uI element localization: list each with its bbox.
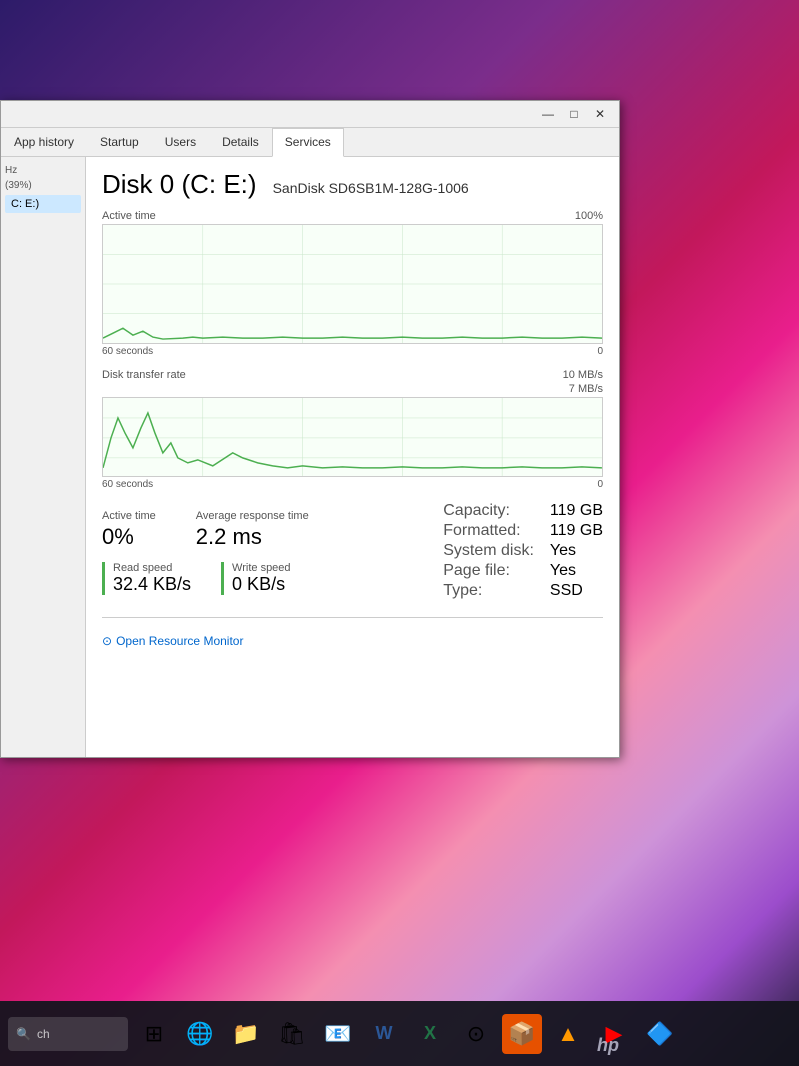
active-time-min: 0 — [597, 346, 603, 357]
write-speed-group: Write speed 0 KB/s — [221, 562, 291, 595]
disk-info-grid: Capacity: 119 GB Formatted: 119 GB Syste… — [443, 502, 603, 600]
taskbar-chrome[interactable]: ⊙ — [456, 1014, 496, 1054]
page-file-label: Page file: — [443, 562, 534, 580]
active-time-label-row: Active time 100% — [102, 210, 603, 222]
read-speed-label: Read speed — [113, 562, 191, 574]
resource-monitor-icon: ⊙ — [102, 634, 112, 648]
write-speed-label: Write speed — [232, 562, 291, 574]
taskbar-edge[interactable]: 🌐 — [180, 1014, 220, 1054]
search-text: ch — [37, 1027, 50, 1041]
system-disk-value: Yes — [550, 542, 603, 560]
read-speed-value: 32.4 KB/s — [113, 574, 191, 595]
transfer-rate-section: Disk transfer rate 10 MB/s 7 MB/s — [102, 369, 603, 490]
avg-response-value: 2.2 ms — [196, 524, 309, 550]
active-time-x-label: 60 seconds — [102, 346, 153, 357]
stats-row: Active time 0% Average response time 2.2… — [102, 510, 309, 550]
taskbar: 🔍 ch ⊞ 🌐 📁 🛍 📧 W X ⊙ 📦 ▲ ▶ 🔷 hp — [0, 1001, 799, 1066]
transfer-rate-second: 7 MB/s — [569, 383, 603, 395]
formatted-label: Formatted: — [443, 522, 534, 540]
read-speed-group: Read speed 32.4 KB/s — [102, 562, 191, 595]
minimize-button[interactable]: — — [537, 105, 559, 123]
disk-model: SanDisk SD6SB1M-128G-1006 — [273, 180, 469, 196]
speed-row: Read speed 32.4 KB/s Write speed 0 KB/s — [102, 562, 309, 595]
content-area: Hz (39%) C: E:) Disk 0 (C: E:) SanDisk S… — [1, 157, 619, 757]
active-time-label: Active time — [102, 210, 156, 222]
disk-header: Disk 0 (C: E:) SanDisk SD6SB1M-128G-1006 — [102, 169, 603, 200]
main-panel: Disk 0 (C: E:) SanDisk SD6SB1M-128G-1006… — [86, 157, 619, 757]
capacity-value: 119 GB — [550, 502, 603, 520]
taskbar-app2[interactable]: ▲ — [548, 1014, 588, 1054]
active-time-svg — [103, 225, 602, 343]
active-time-max: 100% — [575, 210, 603, 222]
taskbar-excel[interactable]: X — [410, 1014, 450, 1054]
taskbar-task-view[interactable]: ⊞ — [134, 1014, 174, 1054]
disk-title: Disk 0 (C: E:) — [102, 169, 257, 200]
active-time-chart — [102, 224, 603, 344]
avg-response-stat: Average response time 2.2 ms — [196, 510, 309, 550]
avg-response-label: Average response time — [196, 510, 309, 522]
taskbar-explorer[interactable]: 📁 — [226, 1014, 266, 1054]
taskbar-word[interactable]: W — [364, 1014, 404, 1054]
sidebar-disk-item[interactable]: C: E:) — [5, 195, 81, 213]
type-label: Type: — [443, 582, 534, 600]
tabs-bar: App history Startup Users Details Servic… — [1, 128, 619, 157]
transfer-rate-min: 0 — [597, 479, 603, 490]
stats-info-area: Active time 0% Average response time 2.2… — [102, 502, 603, 607]
taskbar-app1[interactable]: 📦 — [502, 1014, 542, 1054]
tab-startup[interactable]: Startup — [87, 128, 152, 156]
search-box[interactable]: 🔍 ch — [8, 1017, 128, 1051]
transfer-rate-svg — [103, 398, 602, 477]
taskbar-store[interactable]: 🛍 — [272, 1014, 312, 1054]
resource-monitor-label: Open Resource Monitor — [116, 634, 243, 648]
tab-app-history[interactable]: App history — [1, 128, 87, 156]
hp-logo: hp — [597, 1035, 619, 1056]
title-bar: — □ ✕ — [1, 101, 619, 128]
sidebar-pct-label: (39%) — [5, 180, 81, 191]
sidebar-hz-label: Hz — [5, 165, 81, 176]
open-resource-monitor-link[interactable]: ⊙ Open Resource Monitor — [102, 634, 603, 648]
transfer-rate-label: Disk transfer rate — [102, 369, 186, 381]
active-time-section: Active time 100% — [102, 210, 603, 357]
tab-details[interactable]: Details — [209, 128, 272, 156]
active-time-stat-label: Active time — [102, 510, 156, 522]
active-time-stat: Active time 0% — [102, 510, 156, 550]
taskbar-mail[interactable]: 📧 — [318, 1014, 358, 1054]
task-manager-window: — □ ✕ App history Startup Users Details … — [0, 100, 620, 758]
tab-services[interactable]: Services — [272, 128, 344, 157]
transfer-time-label: 60 seconds — [102, 479, 153, 490]
system-disk-label: System disk: — [443, 542, 534, 560]
capacity-label: Capacity: — [443, 502, 534, 520]
page-file-value: Yes — [550, 562, 603, 580]
search-icon: 🔍 — [16, 1027, 31, 1041]
write-speed-value: 0 KB/s — [232, 574, 291, 595]
active-time-stat-value: 0% — [102, 524, 156, 550]
stats-left: Active time 0% Average response time 2.2… — [102, 502, 309, 607]
sidebar: Hz (39%) C: E:) — [1, 157, 86, 757]
taskbar-app3[interactable]: 🔷 — [640, 1014, 680, 1054]
formatted-value: 119 GB — [550, 522, 603, 540]
type-value: SSD — [550, 582, 603, 600]
tab-users[interactable]: Users — [152, 128, 209, 156]
close-button[interactable]: ✕ — [589, 105, 611, 123]
transfer-rate-label-row: Disk transfer rate 10 MB/s — [102, 369, 603, 381]
transfer-rate-max: 10 MB/s — [563, 369, 603, 381]
maximize-button[interactable]: □ — [563, 105, 585, 123]
transfer-rate-chart — [102, 397, 603, 477]
